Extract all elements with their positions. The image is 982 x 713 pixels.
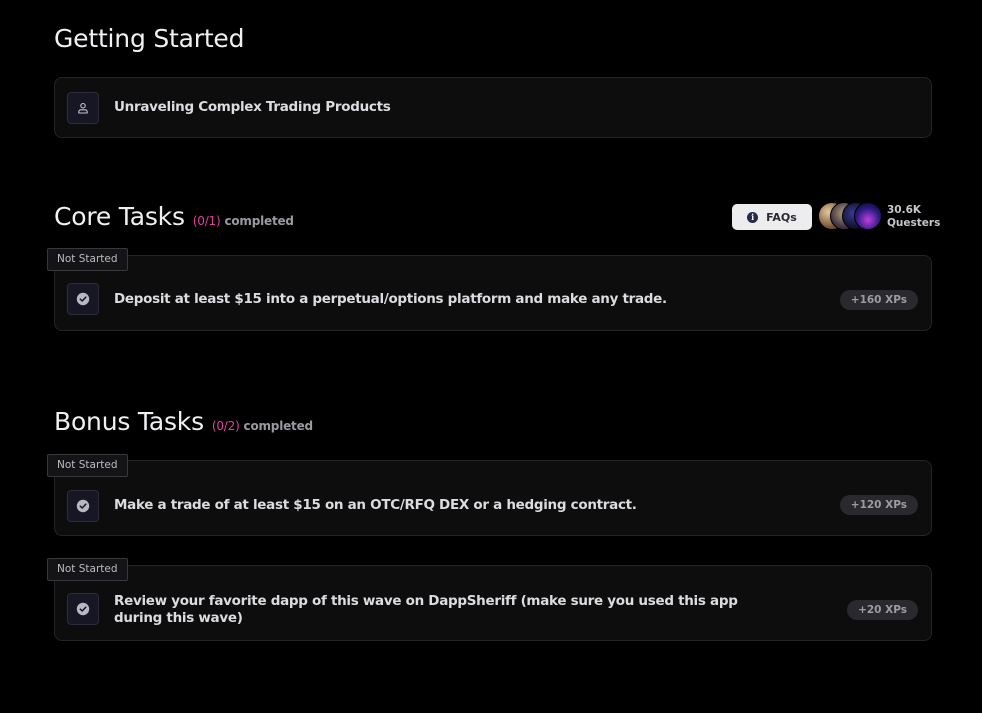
- getting-started-title: Getting Started: [54, 24, 245, 53]
- core-tasks-progress-label: completed: [224, 214, 294, 228]
- questers-label: Questers: [887, 217, 941, 229]
- check-circle-icon: [67, 490, 99, 522]
- getting-started-item-label: Unraveling Complex Trading Products: [114, 99, 391, 115]
- xp-badge: +160 XPs: [839, 290, 918, 310]
- faqs-button-label: FAQs: [766, 210, 797, 224]
- core-tasks-progress: (0/1) completed: [189, 214, 294, 228]
- task-label: Review your favorite dapp of this wave o…: [114, 593, 738, 627]
- task-card-otc-trade[interactable]: Make a trade of at least $15 on an OTC/R…: [54, 460, 932, 536]
- faqs-button[interactable]: i FAQs: [732, 204, 812, 230]
- bonus-tasks-progress-label: completed: [243, 419, 314, 433]
- avatar: [854, 202, 882, 230]
- quester-avatars: [818, 202, 882, 232]
- xp-badge: +20 XPs: [847, 600, 918, 620]
- task-label-line1: Review your favorite dapp of this wave o…: [114, 593, 738, 609]
- core-tasks-progress-count: (0/1): [192, 214, 221, 228]
- task-label-line2: during this wave): [114, 610, 243, 626]
- core-tasks-title-text: Core Tasks: [54, 202, 185, 231]
- status-badge: Not Started: [47, 558, 128, 581]
- check-circle-icon: [67, 593, 99, 625]
- task-card-review-dapp[interactable]: Review your favorite dapp of this wave o…: [54, 565, 932, 641]
- questers-count: 30.6K Questers: [887, 204, 940, 230]
- user-icon: [67, 92, 99, 124]
- status-badge: Not Started: [47, 454, 128, 477]
- task-card-deposit[interactable]: Deposit at least $15 into a perpetual/op…: [54, 255, 932, 331]
- core-tasks-title: Core Tasks (0/1) completed: [54, 202, 294, 231]
- bonus-tasks-progress: (0/2) completed: [208, 419, 313, 433]
- getting-started-item[interactable]: Unraveling Complex Trading Products: [54, 77, 932, 138]
- bonus-tasks-title-text: Bonus Tasks: [54, 407, 204, 436]
- status-badge: Not Started: [47, 248, 128, 271]
- task-label: Deposit at least $15 into a perpetual/op…: [114, 291, 667, 307]
- questers-number: 30.6K: [887, 204, 922, 216]
- bonus-tasks-title: Bonus Tasks (0/2) completed: [54, 407, 313, 436]
- task-label: Make a trade of at least $15 on an OTC/R…: [114, 497, 637, 513]
- info-icon: i: [747, 211, 759, 223]
- bonus-tasks-progress-count: (0/2): [211, 419, 240, 433]
- xp-badge: +120 XPs: [839, 495, 918, 515]
- check-circle-icon: [67, 283, 99, 315]
